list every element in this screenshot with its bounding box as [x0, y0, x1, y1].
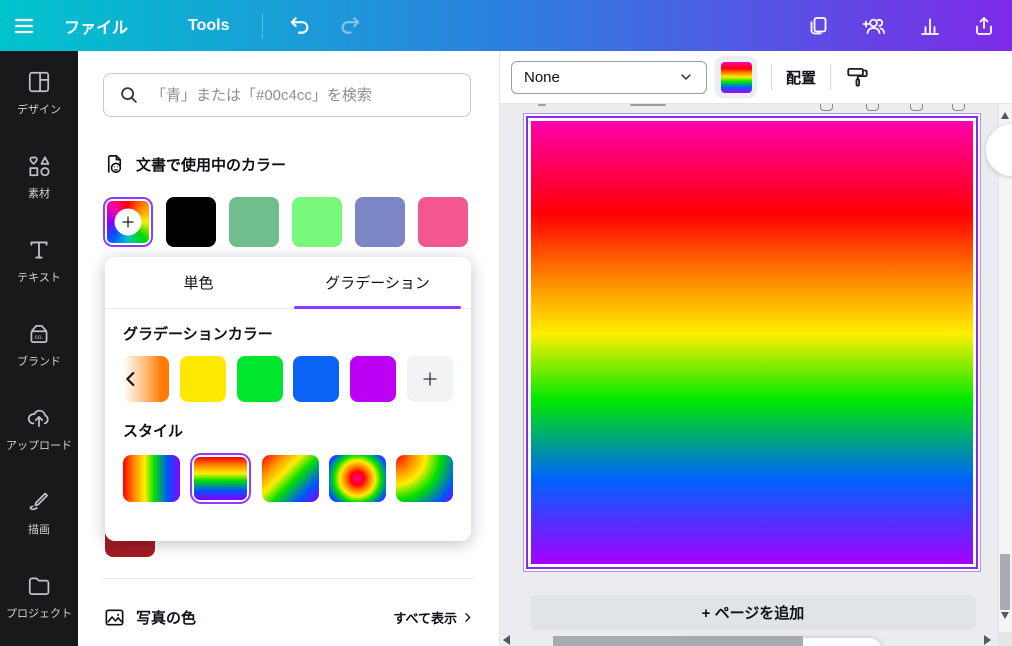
gradient-colors-title: グラデーションカラー	[123, 323, 453, 344]
canva-editor-window: ファイル Tools デザイン	[0, 0, 1012, 646]
paint-roller-icon[interactable]	[845, 64, 871, 90]
top-bar: ファイル Tools	[0, 0, 1012, 51]
color-search-input[interactable]	[151, 87, 456, 104]
style-corner[interactable]	[396, 455, 453, 502]
design-icon	[26, 69, 52, 95]
clipped-page-action-icon[interactable]	[952, 104, 965, 111]
color-swatch-pink[interactable]	[418, 197, 468, 247]
canvas-area: + ページを追加	[500, 104, 1012, 646]
show-all-link[interactable]: すべて表示	[393, 608, 474, 627]
color-panel: 文書で使用中のカラー 写真の色 すべ	[78, 51, 500, 646]
photo-icon	[103, 606, 126, 629]
sidebar-item-draw[interactable]: 描画	[0, 471, 78, 555]
chevron-right-icon	[461, 611, 474, 624]
gradient-swatch-purple[interactable]	[350, 356, 396, 402]
insights-icon[interactable]	[918, 14, 942, 38]
scrollbar-corner	[998, 632, 1012, 646]
horizontal-scroll-thumb[interactable]	[553, 636, 803, 646]
clipped-page-action-icon[interactable]	[820, 104, 833, 111]
gradient-color-swatches	[123, 356, 453, 402]
clipped-page-label	[538, 104, 546, 106]
add-page-button[interactable]: + ページを追加	[530, 595, 976, 630]
style-title: スタイル	[123, 420, 453, 441]
tools-menu[interactable]: Tools	[188, 17, 229, 35]
plus-icon	[421, 370, 439, 388]
gradient-swatch-orange[interactable]	[123, 356, 169, 402]
sidebar-item-brand[interactable]: co. ブランド	[0, 303, 78, 387]
share-icon[interactable]	[972, 14, 996, 38]
add-gradient-color-button[interactable]	[407, 356, 453, 402]
selected-page[interactable]	[526, 116, 978, 569]
add-color-swatch-selected[interactable]	[103, 197, 153, 247]
scroll-up-arrow[interactable]	[1001, 112, 1009, 119]
topbar-divider	[262, 13, 263, 39]
undo-icon[interactable]	[287, 13, 313, 39]
style-radial[interactable]	[329, 455, 386, 502]
position-button[interactable]: 配置	[786, 67, 816, 88]
projects-icon	[26, 573, 52, 599]
toolbar-divider	[830, 64, 831, 90]
invite-members-icon[interactable]	[860, 14, 888, 38]
pages-view-icon[interactable]	[806, 14, 830, 38]
color-swatch-lightgreen[interactable]	[292, 197, 342, 247]
gradient-fill-preview	[721, 62, 752, 93]
brand-icon: co.	[26, 321, 52, 347]
file-menu[interactable]: ファイル	[64, 14, 128, 38]
gradient-style-options	[123, 453, 453, 504]
page-gradient-fill[interactable]	[531, 121, 973, 564]
canvas-toolbar: None 配置	[500, 51, 1012, 104]
scroll-right-arrow[interactable]	[984, 635, 991, 645]
style-diagonal[interactable]	[262, 455, 319, 502]
clipped-page-label	[630, 104, 666, 106]
style-vertical-selected[interactable]	[190, 453, 251, 504]
topbar-actions	[806, 14, 996, 38]
search-icon	[118, 84, 140, 106]
scroll-left-arrow[interactable]	[503, 635, 510, 645]
elements-icon	[26, 153, 52, 179]
draw-icon	[26, 489, 52, 515]
plus-icon	[115, 209, 142, 236]
document-colors-header: 文書で使用中のカラー	[103, 153, 286, 176]
redo-icon[interactable]	[337, 13, 363, 39]
clipped-page-action-icon[interactable]	[910, 104, 923, 111]
gradient-swatch-blue[interactable]	[293, 356, 339, 402]
vertical-scroll-thumb[interactable]	[1000, 554, 1010, 610]
color-search[interactable]	[103, 73, 471, 117]
photo-colors-title: 写真の色	[136, 607, 196, 628]
gradient-swatch-yellow[interactable]	[180, 356, 226, 402]
sidebar-item-projects[interactable]: プロジェクト	[0, 555, 78, 639]
color-swatch-black[interactable]	[166, 197, 216, 247]
photo-colors-row: 写真の色 すべて表示	[103, 600, 474, 634]
scroll-left-icon[interactable]	[120, 368, 142, 390]
gradient-fill-button[interactable]	[715, 56, 757, 98]
document-colors-title: 文書で使用中のカラー	[136, 154, 286, 175]
color-swatch-slateblue[interactable]	[355, 197, 405, 247]
gradient-popup: 単色 グラデーション グラデーションカラー	[105, 257, 471, 541]
gradient-swatch-green[interactable]	[237, 356, 283, 402]
clipped-page-action-icon[interactable]	[866, 104, 879, 111]
text-icon	[26, 237, 52, 263]
sidebar-item-elements[interactable]: 素材	[0, 135, 78, 219]
tab-gradient[interactable]: グラデーション	[288, 257, 467, 308]
sidebar: デザイン 素材 テキスト co. ブランド アップロード 描画 プロジェクト	[0, 51, 78, 646]
tab-solid-color[interactable]: 単色	[109, 257, 288, 308]
color-swatch-green[interactable]	[229, 197, 279, 247]
document-color-swatches	[103, 197, 468, 247]
document-palette-icon	[103, 153, 126, 176]
chevron-down-icon	[678, 69, 694, 85]
sidebar-item-design[interactable]: デザイン	[0, 51, 78, 135]
hamburger-menu-icon[interactable]	[12, 14, 36, 38]
svg-text:co.: co.	[35, 334, 44, 341]
style-horizontal[interactable]	[123, 455, 180, 502]
panel-handle-button[interactable]	[986, 124, 1012, 176]
scroll-down-arrow[interactable]	[1001, 612, 1009, 619]
sidebar-item-upload[interactable]: アップロード	[0, 387, 78, 471]
page-selection-frame	[523, 113, 981, 572]
panel-divider	[103, 578, 474, 579]
toolbar-divider	[771, 64, 772, 90]
upload-icon	[26, 405, 52, 431]
sidebar-item-text[interactable]: テキスト	[0, 219, 78, 303]
fill-type-dropdown[interactable]: None	[511, 61, 707, 94]
popup-tabs: 単色 グラデーション	[105, 257, 471, 309]
